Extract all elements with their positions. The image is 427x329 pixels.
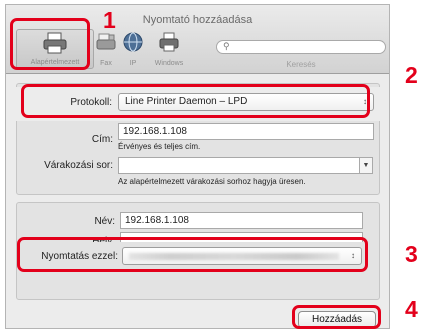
callout-number-3: 3	[405, 241, 418, 267]
callout-box-3	[17, 237, 368, 272]
callout-box-2	[21, 84, 370, 118]
fax-button[interactable]: Fax	[94, 29, 118, 69]
queue-dropdown-button[interactable]: ▼	[359, 157, 373, 174]
windows-printer-icon	[157, 31, 181, 55]
windows-button[interactable]: Windows	[149, 29, 189, 69]
search-caption: Keresés	[286, 60, 316, 69]
callout-number-1: 1	[103, 7, 116, 33]
callout-box-1	[10, 18, 90, 70]
ip-label: IP	[129, 60, 137, 67]
fax-label: Fax	[100, 60, 112, 67]
name-label: Név:	[94, 216, 115, 227]
fax-icon	[95, 31, 117, 55]
queue-label: Várakozási sor:	[44, 160, 113, 171]
search-icon: ⚲	[223, 41, 230, 51]
search-input[interactable]: ⚲	[216, 40, 386, 54]
callout-number-4: 4	[405, 296, 418, 322]
ip-button[interactable]: IP	[120, 29, 146, 69]
ip-globe-icon	[122, 31, 144, 55]
callout-number-2: 2	[405, 62, 418, 88]
queue-field[interactable]	[118, 157, 360, 174]
name-field[interactable]: 192.168.1.108	[120, 212, 363, 229]
address-field[interactable]: 192.168.1.108	[118, 123, 374, 140]
windows-label: Windows	[154, 60, 184, 67]
callout-box-4	[292, 305, 381, 329]
address-hint: Érvényes és teljes cím.	[118, 142, 201, 151]
address-label: Cím:	[91, 134, 113, 145]
queue-hint: Az alapértelmezett várakozási sorhoz hag…	[118, 177, 306, 186]
